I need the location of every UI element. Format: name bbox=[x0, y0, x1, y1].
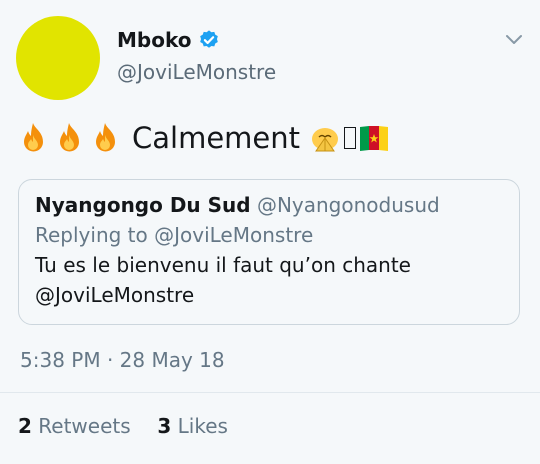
fire-icon bbox=[24, 123, 43, 152]
tweet-body: Calmement bbox=[132, 121, 301, 155]
likes-stat[interactable]: 3 Likes bbox=[157, 414, 228, 438]
avatar[interactable] bbox=[16, 16, 100, 100]
fire-icon bbox=[60, 123, 79, 152]
divider bbox=[0, 392, 540, 393]
fire-icon bbox=[96, 123, 115, 152]
likes-count: 3 bbox=[157, 414, 172, 438]
replying-to-line[interactable]: Replying to @JoviLeMonstre bbox=[35, 222, 503, 248]
author-name-row: Mboko bbox=[117, 28, 220, 52]
pray-icon bbox=[312, 128, 339, 152]
retweets-stat[interactable]: 2 Retweets bbox=[18, 414, 131, 438]
retweets-label: Retweets bbox=[38, 414, 131, 438]
tweet-text: Calmement bbox=[20, 120, 390, 156]
quoted-tweet-card[interactable]: Nyangongo Du Sud @Nyangonodusud Replying… bbox=[18, 179, 520, 325]
author-display-name[interactable]: Mboko bbox=[117, 28, 191, 52]
quoted-tweet-header: Nyangongo Du Sud @Nyangonodusud bbox=[35, 192, 503, 218]
cameroon-flag-icon bbox=[360, 126, 389, 151]
quoted-author-handle: @Nyangonodusud bbox=[256, 193, 440, 217]
author-handle[interactable]: @JoviLeMonstre bbox=[117, 60, 276, 84]
quoted-text-line-2: @JoviLeMonstre bbox=[35, 283, 195, 307]
missing-glyph bbox=[344, 127, 357, 149]
quoted-tweet-text: Tu es le bienvenu il faut qu’on chante @… bbox=[35, 250, 503, 310]
retweets-count: 2 bbox=[18, 414, 32, 438]
quoted-author-name: Nyangongo Du Sud bbox=[35, 193, 251, 217]
engagement-stats: 2 Retweets 3 Likes bbox=[18, 414, 228, 438]
quoted-text-line-1: Tu es le bienvenu il faut qu’on chante bbox=[35, 253, 411, 277]
tweet-timestamp[interactable]: 5:38 PM · 28 May 18 bbox=[20, 348, 225, 372]
chevron-down-icon[interactable] bbox=[503, 28, 525, 50]
likes-label: Likes bbox=[177, 414, 228, 438]
verified-badge-icon bbox=[200, 30, 219, 48]
